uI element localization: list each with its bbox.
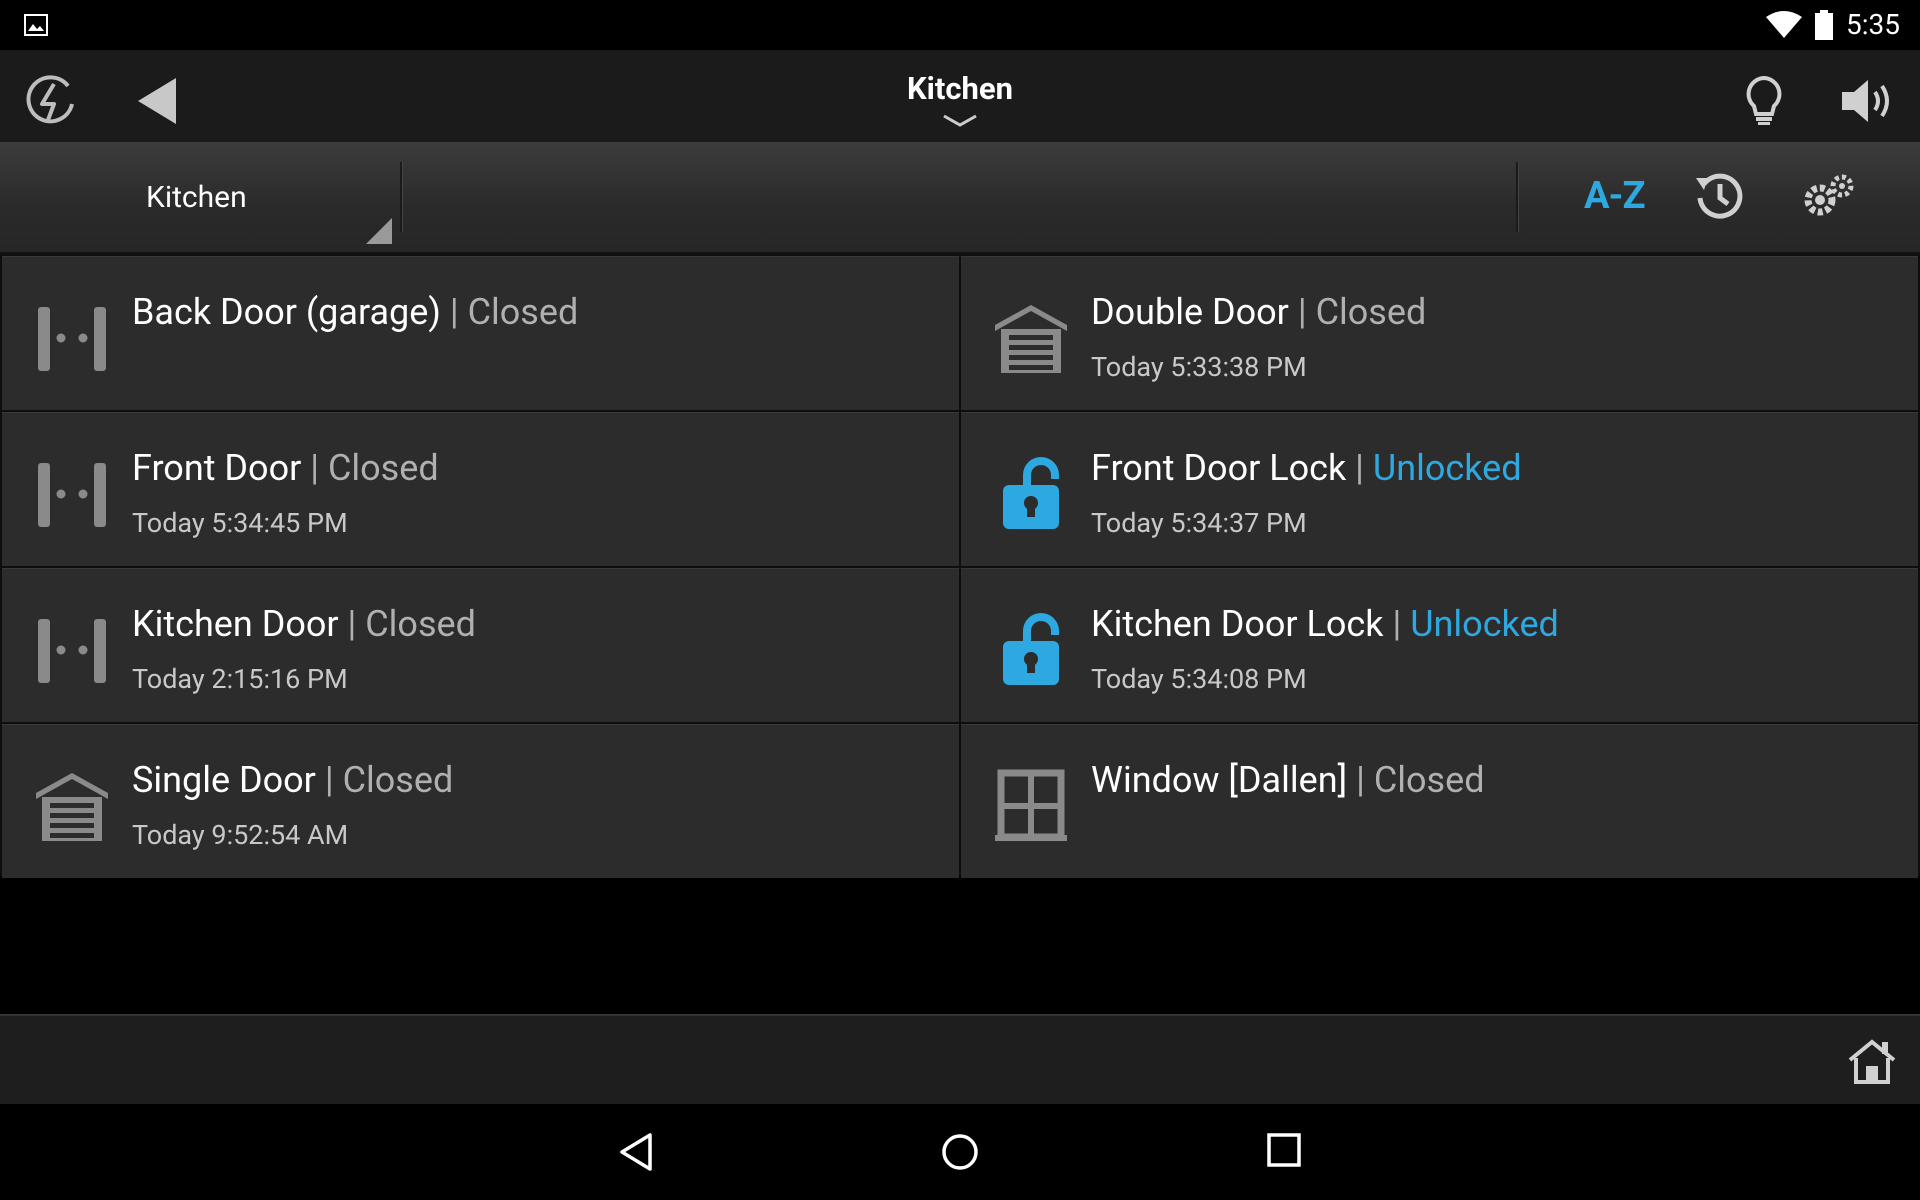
nav-back-icon[interactable] (618, 1132, 654, 1172)
state-separator: | (347, 603, 357, 645)
device-timestamp: Today 5:34:37 PM (1091, 507, 1307, 539)
nav-recents-icon[interactable] (1266, 1132, 1302, 1168)
device-state: Closed (342, 759, 454, 801)
device-timestamp: Today 5:33:38 PM (1091, 351, 1307, 383)
history-icon[interactable] (1694, 170, 1746, 222)
unlocked-lock-icon (991, 457, 1071, 529)
garage-door-icon (991, 301, 1071, 373)
window-icon (991, 769, 1071, 841)
device-tile[interactable]: Front Door Lock | Unlocked Today 5:34:37 … (961, 412, 1918, 566)
garage-door-icon (32, 769, 112, 841)
state-separator: | (324, 759, 334, 801)
device-tile[interactable]: Window [Dallen] | Closed (961, 724, 1918, 878)
device-tile[interactable]: Kitchen Door | Closed Today 2:15:16 PM (2, 568, 959, 722)
door-sensor-icon (32, 301, 112, 373)
device-timestamp: Today 9:52:54 AM (132, 819, 349, 851)
device-state: Closed (327, 447, 439, 489)
bottom-bar (0, 1014, 1920, 1106)
device-title: Double Door | Closed (1091, 291, 1426, 333)
device-grid: Back Door (garage) | Closed Double Door |… (0, 254, 1920, 878)
device-tile[interactable]: Single Door | Closed Today 9:52:54 AM (2, 724, 959, 878)
page-title[interactable]: Kitchen (0, 70, 1920, 107)
state-separator: | (1356, 759, 1365, 801)
app-bar: Kitchen (0, 50, 1920, 142)
device-title: Window [Dallen] | Closed (1091, 759, 1485, 801)
device-title: Front Door | Closed (132, 447, 439, 489)
state-separator: | (449, 291, 459, 333)
nav-home-icon[interactable] (940, 1132, 980, 1172)
state-separator: | (1355, 447, 1364, 489)
device-tile[interactable]: Front Door | Closed Today 5:34:45 PM (2, 412, 959, 566)
device-name: Single Door (132, 759, 316, 801)
image-notification-icon (24, 14, 48, 36)
state-separator: | (1297, 291, 1307, 333)
device-title: Single Door | Closed (132, 759, 453, 801)
system-nav-bar (0, 1104, 1920, 1200)
door-sensor-icon (32, 457, 112, 529)
state-separator: | (1392, 603, 1402, 645)
volume-icon[interactable] (1840, 78, 1896, 124)
wifi-icon (1766, 11, 1802, 38)
device-name: Double Door (1091, 291, 1289, 333)
lightbulb-icon[interactable] (1744, 76, 1784, 126)
device-name: Front Door (132, 447, 302, 489)
device-state: Closed (1373, 759, 1485, 801)
unlocked-lock-icon (991, 613, 1071, 685)
device-name: Front Door Lock (1091, 447, 1347, 489)
state-separator: | (310, 447, 320, 489)
room-selector[interactable]: Kitchen (146, 180, 247, 215)
device-title: Front Door Lock | Unlocked (1091, 447, 1522, 489)
device-state: Closed (365, 603, 476, 645)
device-name: Kitchen Door (132, 603, 339, 645)
status-bar: 5:35 (0, 0, 1920, 50)
dropdown-corner-icon[interactable] (366, 218, 392, 244)
settings-gears-icon[interactable] (1800, 172, 1858, 220)
device-name: Back Door (garage) (132, 291, 441, 333)
device-state: Closed (1315, 291, 1427, 333)
status-time: 5:35 (1846, 8, 1900, 41)
device-timestamp: Today 5:34:08 PM (1091, 663, 1307, 695)
device-title: Kitchen Door | Closed (132, 603, 476, 645)
device-tile[interactable]: Double Door | Closed Today 5:33:38 PM (961, 256, 1918, 410)
device-title: Back Door (garage) | Closed (132, 291, 578, 333)
toolbar-divider (400, 162, 403, 232)
device-tile[interactable]: Kitchen Door Lock | Unlocked Today 5:34:0… (961, 568, 1918, 722)
home-icon[interactable] (1846, 1038, 1898, 1084)
battery-icon (1815, 10, 1833, 40)
room-toolbar: Kitchen A-Z (0, 142, 1920, 254)
device-state: Closed (467, 291, 579, 333)
device-state: Unlocked (1372, 447, 1522, 489)
device-name: Window [Dallen] (1091, 759, 1348, 801)
device-timestamp: Today 5:34:45 PM (132, 507, 348, 539)
toolbar-divider (1516, 162, 1519, 232)
chevron-down-icon[interactable] (942, 114, 978, 128)
device-title: Kitchen Door Lock | Unlocked (1091, 603, 1559, 645)
device-timestamp: Today 2:15:16 PM (132, 663, 348, 695)
sort-az-button[interactable]: A-Z (1584, 174, 1646, 218)
door-sensor-icon (32, 613, 112, 685)
device-name: Kitchen Door Lock (1091, 603, 1384, 645)
device-tile[interactable]: Back Door (garage) | Closed (2, 256, 959, 410)
device-state: Unlocked (1410, 603, 1559, 645)
